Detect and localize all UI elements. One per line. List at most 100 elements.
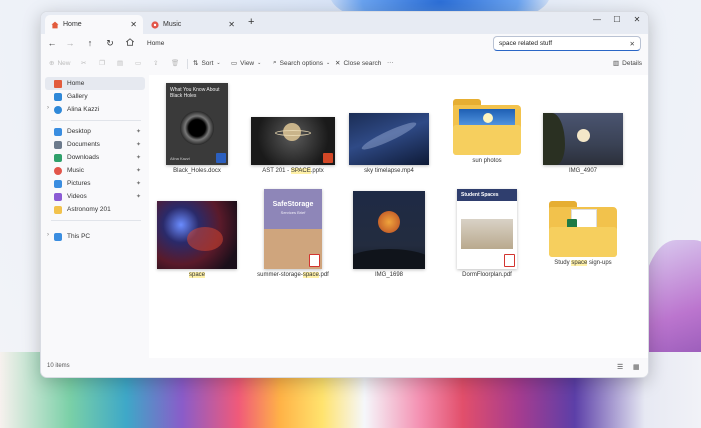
pin-icon[interactable]: ✦ [136, 193, 141, 200]
breadcrumb[interactable]: Home [147, 40, 164, 47]
more-options-button[interactable]: ··· [387, 59, 394, 66]
tab-label: Music [163, 21, 182, 28]
cut-button[interactable]: ✂ [81, 59, 86, 67]
file-item-dorm-floorplan[interactable]: Student Spaces DormFloorplan.pdf [439, 187, 535, 278]
pin-icon[interactable]: ✦ [136, 141, 141, 148]
cloud-icon [54, 105, 62, 114]
pin-icon[interactable]: ✦ [136, 154, 141, 161]
navigation-pane: Home Gallery › Alina Kazzi Desktop ✦ Doc… [41, 75, 149, 358]
name-part: Study [554, 260, 572, 266]
file-item-ast201-pptx[interactable]: AST 201 - SPACE.pptx [245, 83, 341, 174]
file-name: IMG_4907 [568, 168, 598, 174]
paste-icon: ▤ [117, 60, 124, 67]
folder-icon [549, 201, 617, 257]
chevron-down-icon: ⌄ [216, 60, 221, 66]
details-button[interactable]: ▥ Details [613, 59, 643, 68]
pin-icon[interactable]: ✦ [136, 167, 141, 174]
clear-search-icon[interactable]: ✕ [630, 40, 635, 48]
address-bar-row: ← → ↑ ↻ Home space related stuff ✕ [41, 34, 648, 54]
file-item-study-space-signups[interactable]: Study space sign-ups [535, 187, 631, 266]
sidebar-item-gallery[interactable]: Gallery [45, 90, 145, 103]
rename-button[interactable]: ▭ [135, 59, 141, 67]
sidebar-item-pictures[interactable]: Pictures ✦ [45, 177, 145, 190]
sidebar-item-home[interactable]: Home [45, 77, 145, 90]
sidebar-item-documents[interactable]: Documents ✦ [45, 138, 145, 151]
details-label: Details [622, 59, 643, 67]
pc-icon [54, 232, 62, 241]
pdf-thumbnail: SafeStorage Services Brief [264, 189, 322, 269]
file-item-img-1698[interactable]: IMG_1698 [341, 187, 437, 278]
tab-music[interactable]: Music ✕ [145, 15, 241, 34]
sidebar-item-videos[interactable]: Videos ✦ [45, 190, 145, 203]
forward-button[interactable]: → [63, 38, 77, 48]
sidebar-item-music[interactable]: Music ✦ [45, 164, 145, 177]
close-search-button[interactable]: ✕ Close search [335, 59, 381, 68]
copy-button[interactable]: ❐ [99, 59, 105, 67]
view-button[interactable]: ▭ View ⌄ [231, 59, 261, 68]
name-part: .pdf [318, 272, 329, 278]
sidebar-item-desktop[interactable]: Desktop ✦ [45, 125, 145, 138]
file-name: AST 201 - SPACE.pptx [245, 168, 341, 174]
tab-home[interactable]: Home ✕ [45, 15, 143, 34]
thumb-doc-title: What You Know About Black Holes [170, 87, 220, 99]
back-button[interactable]: ← [45, 38, 59, 48]
file-item-space[interactable]: space [149, 187, 245, 278]
sort-button[interactable]: ⇅ Sort ⌄ [193, 59, 221, 68]
file-item-img-4907[interactable]: IMG_4907 [535, 83, 631, 174]
videos-icon [54, 192, 62, 201]
sidebar-item-label: Astronomy 201 [67, 206, 111, 213]
close-window-button[interactable]: ✕ [627, 15, 647, 24]
orange-moon-graphic [378, 211, 400, 233]
search-options-button[interactable]: ⌕ Search options ⌄ [273, 59, 330, 67]
word-file-icon [216, 153, 226, 163]
paste-button[interactable]: ▤ [117, 59, 123, 67]
downloads-icon [54, 153, 62, 162]
desktop-icon [54, 127, 62, 136]
hill-silhouette [353, 249, 425, 269]
maximize-button[interactable]: ☐ [607, 15, 627, 24]
up-button[interactable]: ↑ [83, 38, 97, 48]
search-input[interactable]: space related stuff [499, 40, 630, 47]
pin-icon[interactable]: ✦ [136, 180, 141, 187]
tiles-view-icon[interactable]: ▦ [633, 363, 640, 371]
search-highlight: space [571, 260, 588, 266]
milky-way-graphic [359, 118, 419, 154]
file-item-sky-timelapse[interactable]: sky timelapse.mp4 [341, 83, 437, 174]
gallery-icon [54, 92, 62, 101]
pdf-file-icon [504, 254, 515, 267]
sidebar-item-astronomy-201[interactable]: Astronomy 201 [45, 203, 145, 216]
file-item-black-holes[interactable]: What You Know About Black Holes Alina Ka… [149, 83, 245, 174]
thumb-pdf-title: Student Spaces [461, 192, 499, 198]
new-button[interactable]: ⊕ New [49, 59, 70, 68]
pdf-file-icon [309, 254, 320, 267]
sidebar-item-label: Downloads [67, 154, 100, 161]
pdf-thumbnail: Student Spaces [457, 189, 517, 269]
pin-icon[interactable]: ✦ [136, 128, 141, 135]
sidebar-item-downloads[interactable]: Downloads ✦ [45, 151, 145, 164]
close-tab-icon[interactable]: ✕ [130, 20, 137, 29]
search-box[interactable]: space related stuff ✕ [493, 36, 641, 51]
minimize-button[interactable]: — [587, 15, 607, 24]
new-tab-button[interactable]: + [248, 16, 254, 28]
share-button[interactable]: ⇪ [153, 59, 158, 67]
folder-icon [453, 99, 521, 155]
address-field[interactable]: Home [147, 36, 493, 51]
refresh-button[interactable]: ↻ [103, 38, 117, 49]
home-icon [54, 79, 62, 88]
file-item-sun-photos[interactable]: sun photos [439, 83, 535, 164]
file-name: DormFloorplan.pdf [462, 272, 512, 278]
file-view: What You Know About Black Holes Alina Ka… [149, 75, 648, 358]
details-view-icon[interactable]: ☰ [617, 363, 623, 371]
close-tab-icon[interactable]: ✕ [228, 20, 235, 29]
delete-button[interactable]: 🗑 [171, 59, 179, 67]
thumb-pdf-title: SafeStorage [272, 201, 314, 208]
file-item-summer-storage-pdf[interactable]: SafeStorage Services Brief summer-storag… [245, 187, 341, 278]
home-path-icon[interactable] [123, 38, 137, 48]
name-part: summer-storage- [257, 272, 303, 278]
sidebar-item-this-pc[interactable]: This PC [45, 230, 145, 243]
search-highlight: SPACE [290, 168, 311, 174]
name-part: AST 201 - [262, 168, 291, 174]
music-icon [54, 166, 62, 175]
name-part: sign-ups [587, 260, 612, 266]
sidebar-item-onedrive[interactable]: Alina Kazzi [45, 103, 145, 116]
